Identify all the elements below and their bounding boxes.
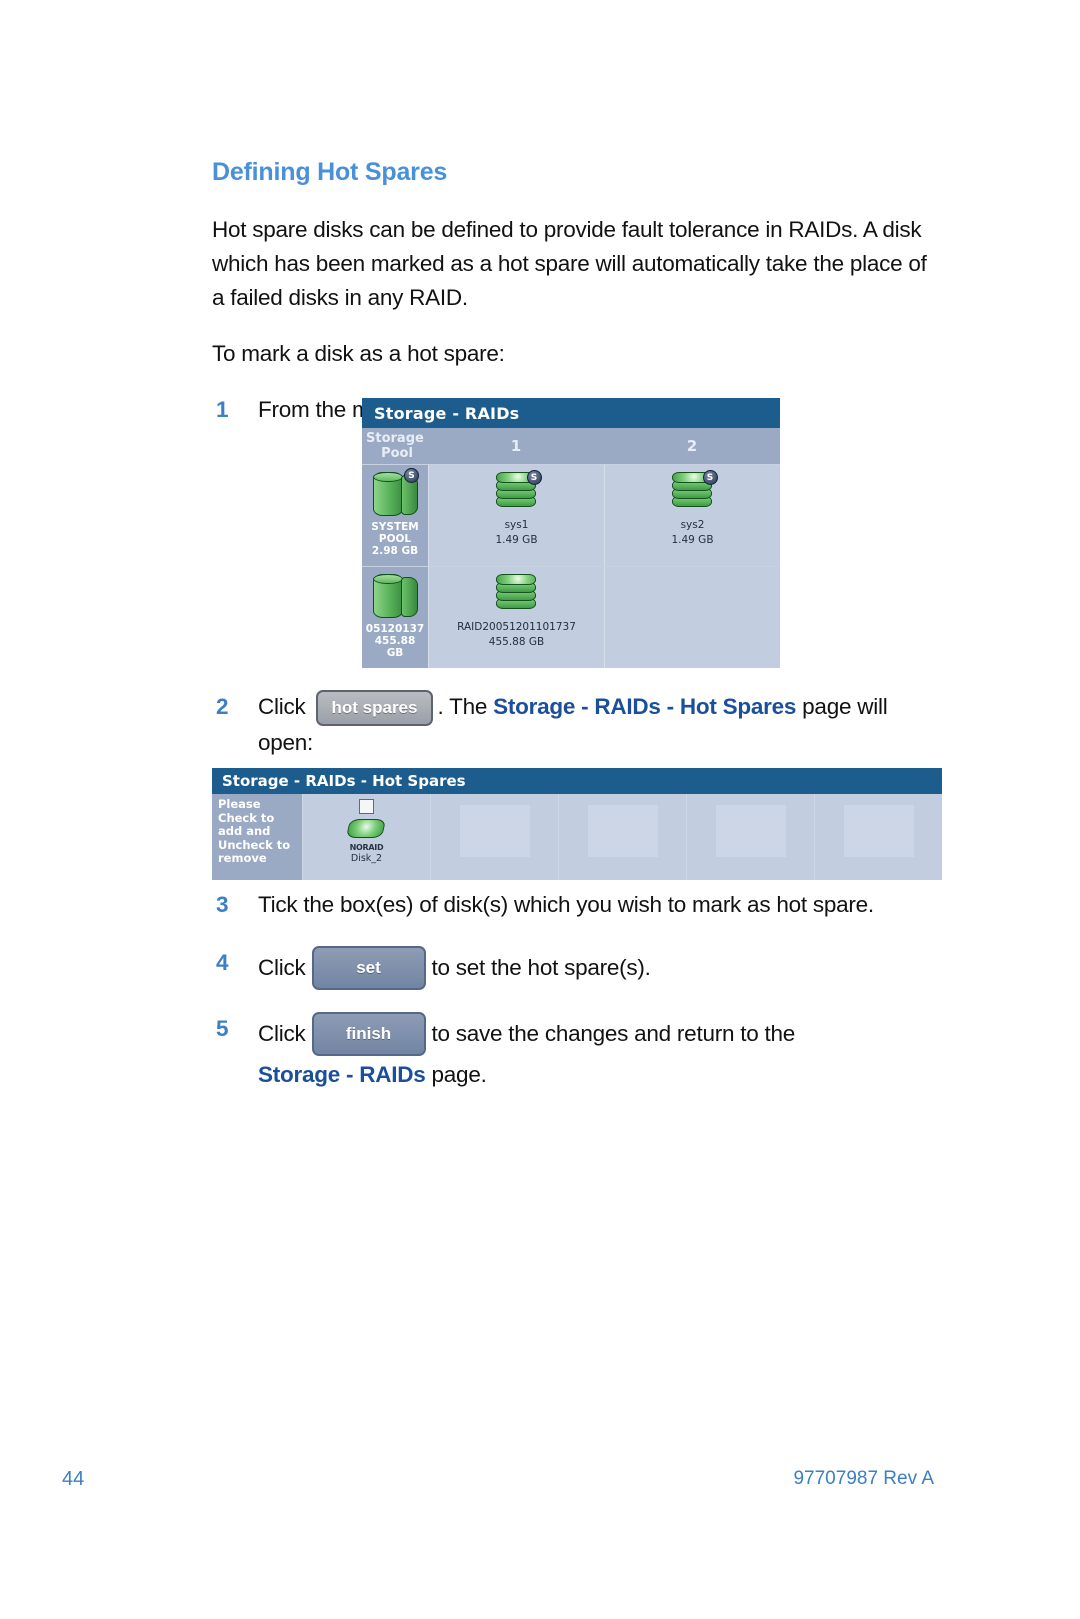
hot-spare-checkbox[interactable]: [359, 799, 374, 814]
hotspares-titlebar: Storage - RAIDs - Hot Spares: [212, 768, 942, 794]
step-1-number: 1: [216, 397, 229, 422]
step-5-text-before: Click: [258, 1021, 306, 1046]
raid-cell-empty[interactable]: [604, 567, 780, 668]
s-badge-icon: S: [702, 470, 718, 485]
disk-icon: [345, 817, 388, 843]
pool-label-line2: POOL: [378, 533, 412, 545]
raid-size: 455.88 GB: [488, 636, 545, 648]
step-3-number: 3: [216, 892, 229, 917]
step-5: 5 Click finish to save the changes and re…: [212, 1012, 942, 1092]
hotspares-instruction-sidebar: Please Check to add and Uncheck to remov…: [212, 794, 302, 880]
column-header-1: 1: [510, 437, 522, 455]
column-header-pool-line2: Pool: [381, 446, 413, 461]
intro-paragraph: Hot spare disks can be defined to provid…: [212, 217, 927, 310]
hotspares-empty-slot[interactable]: [558, 794, 686, 880]
hotspares-body: Please Check to add and Uncheck to remov…: [212, 794, 942, 880]
document-id: 97707987 Rev A: [793, 1468, 934, 1489]
raid-size: 1.49 GB: [495, 534, 538, 546]
set-button[interactable]: set: [311, 946, 426, 990]
step-4-text-before: Click: [258, 955, 306, 980]
step-5-text-after: to save the changes and return to the: [431, 1021, 796, 1046]
finish-button[interactable]: finish: [311, 1012, 426, 1056]
raid-name: sys2: [680, 519, 705, 531]
disk-name-label: Disk_2: [350, 853, 383, 864]
step-3: 3 Tick the box(es) of disk(s) which you …: [212, 888, 942, 922]
raids-row: S SYSTEM POOL 2.98 GB S sys1 1.49 GB S s…: [362, 464, 780, 566]
screenshot-hot-spares: Storage - RAIDs - Hot Spares Please Chec…: [212, 768, 942, 880]
lead-in-text: To mark a disk as a hot spare:: [212, 341, 505, 366]
pool-label-line3: GB: [386, 647, 404, 659]
pool-label-line1: SYSTEM: [371, 521, 419, 533]
sidebar-line-2: Check to: [218, 810, 275, 825]
raid-stack-icon: S: [666, 470, 720, 517]
step-5-text-end: page.: [425, 1062, 487, 1087]
page-footer: 44 97707987 Rev A: [0, 1468, 1080, 1508]
steps-3-5-container: 3 Tick the box(es) of disk(s) which you …: [212, 888, 942, 1108]
raids-titlebar: Storage - RAIDs: [362, 398, 780, 428]
raids-row: 05120137 455.88 GB RAID20051201101737 45…: [362, 566, 780, 668]
pool-label-line2: 455.88: [374, 635, 416, 647]
s-badge-icon: S: [404, 468, 419, 483]
column-header-storage-pool: Storage Pool: [362, 428, 428, 464]
hotspares-disk-slot[interactable]: NORAID Disk_2: [302, 794, 430, 880]
hotspares-empty-slot[interactable]: [686, 794, 814, 880]
hotspares-empty-slot[interactable]: [814, 794, 942, 880]
step-4-number: 4: [216, 950, 229, 975]
step-5-number: 5: [216, 1016, 229, 1041]
page-number: 44: [62, 1468, 85, 1490]
raid-stack-icon: [490, 573, 544, 619]
pool-cylinder-icon: [369, 571, 421, 623]
step-2-text-before: Click: [258, 694, 312, 719]
pool-label-line3: 2.98 GB: [371, 545, 419, 557]
raid-cell-raid20051201101737[interactable]: RAID20051201101737 455.88 GB: [428, 567, 604, 668]
storage-pool-cell[interactable]: S SYSTEM POOL 2.98 GB: [362, 465, 428, 566]
screenshot-storage-raids: Storage - RAIDs Storage Pool 1 2 S SYSTE…: [362, 398, 780, 668]
hotspares-empty-slot[interactable]: [430, 794, 558, 880]
step-2-container: 2 Click hot spares. The Storage - RAIDs …: [212, 690, 942, 776]
disk-status-label: NORAID: [349, 843, 384, 852]
step-5-bold: Storage - RAIDs: [258, 1062, 426, 1087]
column-header-2: 2: [686, 437, 698, 455]
step-4: 4 Click set to set the hot spare(s).: [212, 946, 942, 990]
raids-column-headers: Storage Pool 1 2: [362, 428, 780, 464]
pool-label-line1: 05120137: [365, 623, 425, 635]
step-3-text: Tick the box(es) of disk(s) which you wi…: [258, 892, 874, 917]
step-2-number: 2: [216, 694, 229, 719]
raid-name: RAID20051201101737: [457, 621, 576, 633]
column-header-pool-line1: Storage: [366, 431, 424, 446]
step-4-text-after: to set the hot spare(s).: [431, 955, 651, 980]
step-2: 2 Click hot spares. The Storage - RAIDs …: [212, 690, 942, 760]
page-title: Defining Hot Spares: [212, 158, 448, 186]
storage-pool-cell[interactable]: 05120137 455.88 GB: [362, 567, 428, 668]
sidebar-line-4: Uncheck to: [218, 837, 291, 852]
raid-name: sys1: [504, 519, 529, 531]
sidebar-line-1: Please: [218, 797, 261, 811]
sidebar-line-3: add and: [218, 824, 271, 838]
sidebar-line-5: remove: [218, 851, 267, 865]
hot-spares-button[interactable]: hot spares: [315, 690, 434, 727]
pool-cylinder-icon: S: [369, 468, 421, 521]
raid-stack-icon: S: [490, 470, 544, 517]
raid-cell-sys1[interactable]: S sys1 1.49 GB: [428, 465, 604, 566]
raid-cell-sys2[interactable]: S sys2 1.49 GB: [604, 465, 780, 566]
step-2-text-mid: . The: [437, 694, 494, 719]
s-badge-icon: S: [526, 470, 542, 485]
raid-size: 1.49 GB: [671, 534, 714, 546]
step-2-bold: Storage - RAIDs - Hot Spares: [493, 694, 797, 719]
document-page: Defining Hot Spares Hot spare disks can …: [0, 0, 1080, 1619]
